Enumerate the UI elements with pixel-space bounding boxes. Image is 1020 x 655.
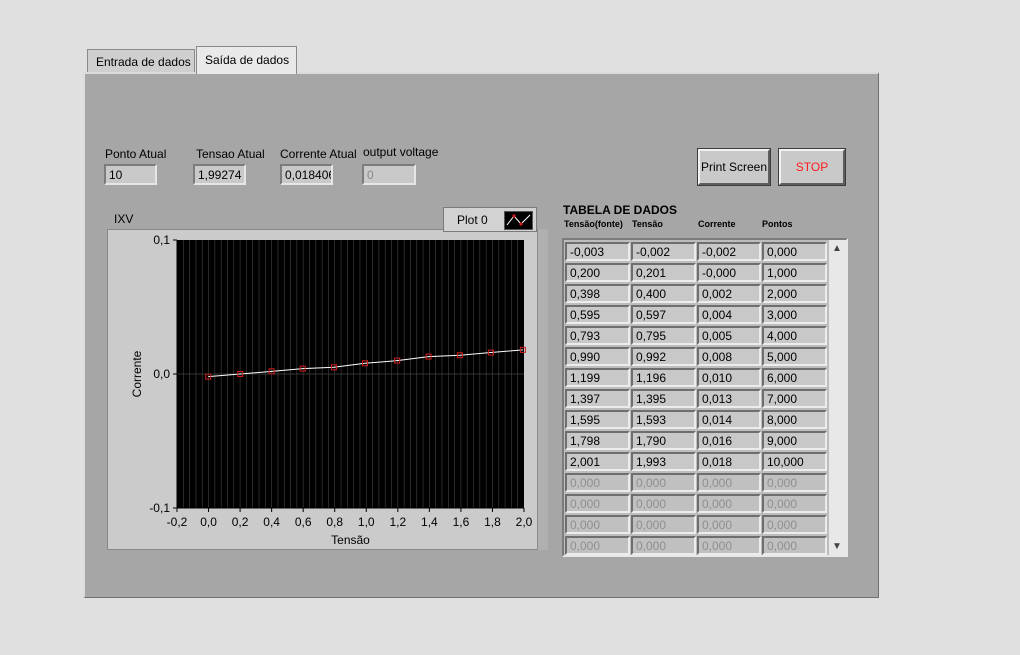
table-cell[interactable]: 0,992 xyxy=(631,347,696,366)
x-tick-label: -0,2 xyxy=(167,515,188,529)
x-tick-label: 0,2 xyxy=(232,515,249,529)
table-cell[interactable]: 0,201 xyxy=(631,263,696,282)
table-cell[interactable]: 0,005 xyxy=(697,326,761,345)
table-cell[interactable]: 0,008 xyxy=(697,347,761,366)
table-cell[interactable]: 0,000 xyxy=(631,473,696,492)
table-cell[interactable]: 1,993 xyxy=(631,452,696,471)
column-header-tensao: Tensão xyxy=(632,219,663,229)
table-cell[interactable]: 10,000 xyxy=(762,452,827,471)
x-tick-label: 0,4 xyxy=(263,515,280,529)
table-title: TABELA DE DADOS xyxy=(563,203,677,217)
table-cell[interactable]: 1,798 xyxy=(565,431,630,450)
x-tick-label: 1,4 xyxy=(421,515,438,529)
table-cell[interactable]: -0,000 xyxy=(697,263,761,282)
table-cell[interactable]: 0,795 xyxy=(631,326,696,345)
table-cell[interactable]: 4,000 xyxy=(762,326,827,345)
table-cell[interactable]: 0,000 xyxy=(565,494,630,513)
chevron-down-icon[interactable]: ▼ xyxy=(832,541,842,552)
table-cell[interactable]: 0,002 xyxy=(697,284,761,303)
table-cell[interactable]: 1,593 xyxy=(631,410,696,429)
x-tick-label: 1,8 xyxy=(484,515,501,529)
table-cell[interactable]: 0,016 xyxy=(697,431,761,450)
table-cell[interactable]: 0,990 xyxy=(565,347,630,366)
x-tick-label: 1,0 xyxy=(358,515,375,529)
table-cell[interactable]: 0,000 xyxy=(631,494,696,513)
tab-saida-de-dados[interactable]: Saída de dados xyxy=(196,46,297,74)
table-cell[interactable]: 0,597 xyxy=(631,305,696,324)
table-cell[interactable]: -0,003 xyxy=(565,242,630,261)
table-cell[interactable]: 0,000 xyxy=(565,515,630,534)
table-cell[interactable]: 0,000 xyxy=(697,494,761,513)
table-cell[interactable]: -0,002 xyxy=(631,242,696,261)
x-tick-label: 1,6 xyxy=(453,515,470,529)
y-axis-label: Corrente xyxy=(130,350,144,397)
table-cell[interactable]: 0,000 xyxy=(565,536,630,555)
chevron-up-icon[interactable]: ▲ xyxy=(832,243,842,254)
table-cell[interactable]: 0,595 xyxy=(565,305,630,324)
table-cell[interactable]: 0,000 xyxy=(697,473,761,492)
table-cell[interactable]: 0,000 xyxy=(762,494,827,513)
table-cell[interactable]: 0,000 xyxy=(762,536,827,555)
table-cell[interactable]: 1,000 xyxy=(762,263,827,282)
x-axis-label: Tensão xyxy=(331,533,370,547)
table-cell[interactable]: 2,000 xyxy=(762,284,827,303)
table-cell[interactable]: 0,000 xyxy=(762,242,827,261)
iv-chart: -0,2 0,0 0,2 0,4 0,6 0,8 1,0 1,2 1,4 1,6 1,8 2,0 0,1… xyxy=(130,233,533,547)
table-cell[interactable]: 6,000 xyxy=(762,368,827,387)
table-cell[interactable]: 1,397 xyxy=(565,389,630,408)
y-tick-label: 0,1 xyxy=(153,233,170,247)
table-cell[interactable]: 0,400 xyxy=(631,284,696,303)
table-cell[interactable]: 8,000 xyxy=(762,410,827,429)
table-cell[interactable]: -0,002 xyxy=(697,242,761,261)
table-cell[interactable]: 0,004 xyxy=(697,305,761,324)
table-cell[interactable]: 0,000 xyxy=(565,473,630,492)
table-cell[interactable]: 7,000 xyxy=(762,389,827,408)
table-cell[interactable]: 1,196 xyxy=(631,368,696,387)
table-cell[interactable]: 0,000 xyxy=(631,536,696,555)
table-cell[interactable]: 1,199 xyxy=(565,368,630,387)
x-tick-label: 0,0 xyxy=(200,515,217,529)
table-cell[interactable]: 0,010 xyxy=(697,368,761,387)
y-tick-label: -0,1 xyxy=(149,501,170,515)
table-cell[interactable]: 5,000 xyxy=(762,347,827,366)
table-cell[interactable]: 0,018 xyxy=(697,452,761,471)
x-tick-label: 1,2 xyxy=(389,515,406,529)
column-header-pontos: Pontos xyxy=(762,219,793,229)
x-tick-label: 2,0 xyxy=(516,515,533,529)
table-cell[interactable]: 0,014 xyxy=(697,410,761,429)
table-cell[interactable]: 0,000 xyxy=(631,515,696,534)
table-cell[interactable]: 3,000 xyxy=(762,305,827,324)
table-cell[interactable]: 0,000 xyxy=(697,515,761,534)
table-scrollbar[interactable]: ▲ ▼ xyxy=(829,240,846,555)
x-tick-label: 0,8 xyxy=(326,515,343,529)
table-cell[interactable]: 1,595 xyxy=(565,410,630,429)
table-cell[interactable]: 2,001 xyxy=(565,452,630,471)
table-cell[interactable]: 0,398 xyxy=(565,284,630,303)
table-cell[interactable]: 1,790 xyxy=(631,431,696,450)
table-cell[interactable]: 0,000 xyxy=(762,473,827,492)
table-cell[interactable]: 0,793 xyxy=(565,326,630,345)
table-cell[interactable]: 0,000 xyxy=(762,515,827,534)
column-header-tensao-fonte: Tensão(fonte) xyxy=(564,219,623,229)
table-cell[interactable]: 0,013 xyxy=(697,389,761,408)
y-tick-label: 0,0 xyxy=(153,367,170,381)
table-cell[interactable]: 0,000 xyxy=(697,536,761,555)
x-tick-label: 0,6 xyxy=(295,515,312,529)
column-header-corrente: Corrente xyxy=(698,219,736,229)
table-cell[interactable]: 0,200 xyxy=(565,263,630,282)
table-cell[interactable]: 9,000 xyxy=(762,431,827,450)
table-cell[interactable]: 1,395 xyxy=(631,389,696,408)
